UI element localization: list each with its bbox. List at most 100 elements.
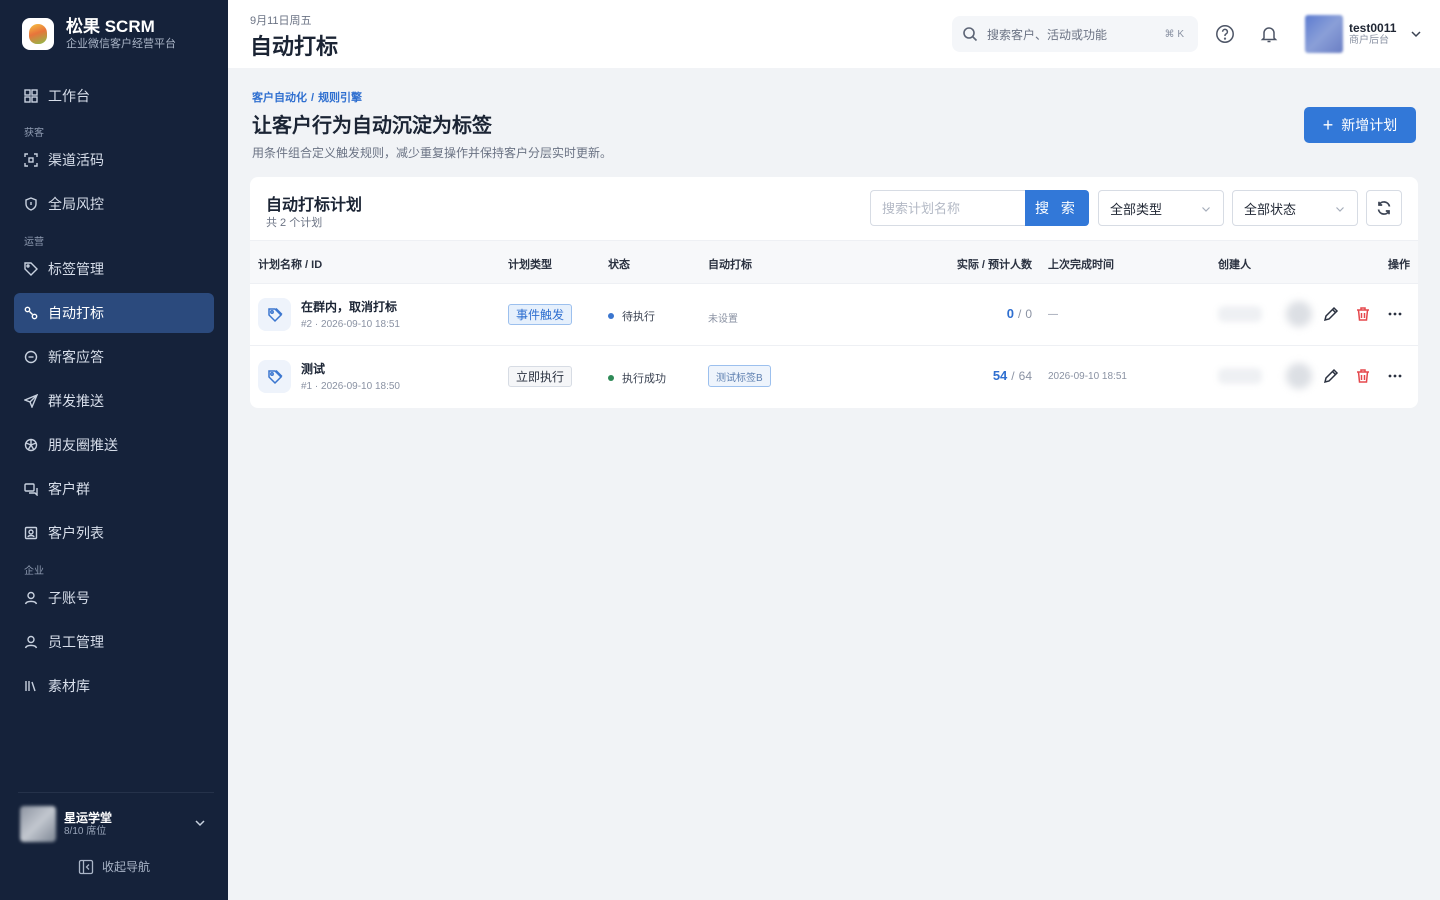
sidebar-item-label: 群发推送 bbox=[48, 393, 104, 409]
global-search-input[interactable]: 搜索客户、活动或功能 ⌘ K bbox=[952, 16, 1198, 52]
sidebar-item-sub-accounts[interactable]: 子账号 bbox=[14, 578, 214, 618]
sidebar-item-label: 全局风控 bbox=[48, 196, 104, 212]
sidebar-item-risk-control[interactable]: 全局风控 bbox=[14, 184, 214, 224]
delete-button[interactable] bbox=[1352, 303, 1374, 325]
actual-count: 0 bbox=[1006, 306, 1014, 321]
column-header: 实际 / 预计人数 bbox=[956, 259, 1032, 271]
divider bbox=[18, 792, 214, 793]
search-button[interactable]: 搜 索 bbox=[1025, 190, 1089, 226]
more-options-icon[interactable] bbox=[1384, 365, 1406, 387]
column-header: 计划类型 bbox=[508, 259, 552, 271]
dashboard-icon bbox=[24, 89, 38, 103]
avatar bbox=[1305, 15, 1343, 53]
contact-list-icon bbox=[24, 526, 38, 540]
sidebar-item-label: 素材库 bbox=[48, 678, 90, 694]
creator-name-redacted bbox=[1218, 306, 1262, 322]
column-header: 创建人 bbox=[1218, 259, 1251, 271]
sidebar-item-label: 朋友圈推送 bbox=[48, 437, 118, 453]
sidebar-item-customer-groups[interactable]: 客户群 bbox=[14, 469, 214, 509]
send-icon bbox=[24, 394, 38, 408]
chat-icon bbox=[24, 350, 38, 364]
user-role: 商户后台 bbox=[1349, 35, 1389, 46]
sidebar-item-label: 客户群 bbox=[48, 481, 90, 497]
sidebar-item-label: 标签管理 bbox=[48, 261, 104, 277]
help-icon[interactable] bbox=[1215, 24, 1235, 44]
user-name: test0011 bbox=[1349, 21, 1397, 35]
status-filter-select[interactable]: 全部状态 bbox=[1232, 190, 1358, 226]
new-plan-button[interactable]: + 新增计划 bbox=[1304, 107, 1416, 143]
column-header: 状态 bbox=[608, 259, 630, 271]
creator-avatar bbox=[1286, 363, 1312, 389]
bell-icon[interactable] bbox=[1259, 24, 1279, 44]
tag-icon bbox=[258, 360, 291, 393]
sidebar-item-material-library[interactable]: 素材库 bbox=[14, 666, 214, 706]
sidebar-item-staff-management[interactable]: 员工管理 bbox=[14, 622, 214, 662]
planned-count: 64 bbox=[1018, 369, 1032, 383]
sidebar-item-moments-push[interactable]: 朋友圈推送 bbox=[14, 425, 214, 465]
collapse-nav-label: 收起导航 bbox=[102, 860, 151, 874]
refresh-button[interactable] bbox=[1366, 190, 1402, 226]
breadcrumb-separator: / bbox=[311, 92, 315, 104]
plan-name[interactable]: 在群内，取消打标 bbox=[301, 298, 397, 315]
breadcrumb-item[interactable]: 规则引擎 bbox=[318, 92, 362, 104]
plan-count: 共 2 个计划 bbox=[266, 217, 323, 229]
table-row[interactable]: 测试 #1 · 2026-09-10 18:50 立即执行 执行成功 测试标签B… bbox=[250, 345, 1418, 407]
breadcrumb-item[interactable]: 客户自动化 bbox=[252, 92, 307, 104]
column-header: 操作 bbox=[1388, 259, 1410, 271]
staff-icon bbox=[24, 635, 38, 649]
plan-type-badge: 立即执行 bbox=[508, 366, 573, 387]
sidebar-item-dashboard[interactable]: 工作台 bbox=[14, 76, 214, 116]
user-menu[interactable]: test0011 商户后台 bbox=[1305, 15, 1422, 53]
sidebar-item-customer-list[interactable]: 客户列表 bbox=[14, 513, 214, 553]
sidebar-item-new-customer-reply[interactable]: 新客应答 bbox=[14, 337, 214, 377]
table-header: 计划名称 / ID 计划类型 状态 自动打标 实际 / 预计人数 上次完成时间 … bbox=[250, 240, 1418, 283]
moments-icon bbox=[24, 438, 38, 452]
sidebar-item-label: 员工管理 bbox=[48, 634, 104, 650]
trash-icon bbox=[1357, 307, 1369, 321]
plan-type-badge: 事件触发 bbox=[508, 304, 573, 325]
status-label: 待执行 bbox=[622, 311, 655, 323]
status-dot bbox=[608, 313, 614, 319]
plan-meta: #1 · 2026-09-10 18:50 bbox=[301, 381, 400, 392]
sidebar-item-auto-tag[interactable]: 自动打标 bbox=[14, 293, 214, 333]
search-shortcut: ⌘ K bbox=[1164, 28, 1184, 40]
plus-icon: + bbox=[1322, 115, 1334, 135]
brand-title: 松果 SCRM bbox=[66, 17, 155, 36]
auto-tag-value: 未设置 bbox=[708, 314, 738, 325]
actual-count: 54 bbox=[992, 368, 1008, 383]
page-title: 自动打标 bbox=[250, 34, 339, 59]
group-chat-icon bbox=[24, 482, 38, 496]
sidebar-item-mass-send[interactable]: 群发推送 bbox=[14, 381, 214, 421]
edit-button[interactable] bbox=[1320, 303, 1342, 325]
nav-group-label: 获客 bbox=[24, 128, 44, 139]
edit-button[interactable] bbox=[1320, 365, 1342, 387]
sidebar-item-label: 新客应答 bbox=[48, 349, 104, 365]
column-header: 计划名称 / ID bbox=[258, 259, 323, 271]
more-options-icon[interactable] bbox=[1384, 303, 1406, 325]
nav-group-label: 企业 bbox=[24, 566, 44, 577]
tag-icon bbox=[24, 262, 38, 276]
sidebar-item-channel-qrcode[interactable]: 渠道活码 bbox=[14, 140, 214, 180]
column-header: 上次完成时间 bbox=[1048, 259, 1114, 271]
plan-name[interactable]: 测试 bbox=[301, 360, 325, 377]
status-filter-value: 全部状态 bbox=[1244, 201, 1297, 217]
column-header: 自动打标 bbox=[708, 259, 752, 271]
table-row[interactable]: 在群内，取消打标 #2 · 2026-09-10 18:51 事件触发 待执行 … bbox=[250, 283, 1418, 345]
brand[interactable]: 松果 SCRM 企业微信客户经营平台 bbox=[22, 17, 176, 51]
planned-count: 0 bbox=[1025, 307, 1032, 321]
card-title: 自动打标计划 bbox=[266, 197, 363, 214]
qrcode-icon bbox=[24, 153, 38, 167]
sidebar-item-tag-management[interactable]: 标签管理 bbox=[14, 249, 214, 289]
status-indicator: 待执行 bbox=[608, 308, 655, 324]
org-switcher[interactable]: 星运学堂 8/10 席位 bbox=[20, 806, 210, 842]
creator-name-redacted bbox=[1218, 368, 1262, 384]
plan-search-input[interactable] bbox=[870, 190, 1025, 226]
nav-group-label: 运营 bbox=[24, 237, 44, 248]
org-seats: 8/10 席位 bbox=[64, 825, 107, 837]
auto-tag-chip: 测试标签B bbox=[708, 365, 771, 387]
chevron-down-icon bbox=[1336, 207, 1344, 212]
delete-button[interactable] bbox=[1352, 365, 1374, 387]
collapse-nav-button[interactable]: 收起导航 bbox=[78, 858, 150, 875]
creator-avatar bbox=[1286, 301, 1312, 327]
type-filter-select[interactable]: 全部类型 bbox=[1098, 190, 1224, 226]
